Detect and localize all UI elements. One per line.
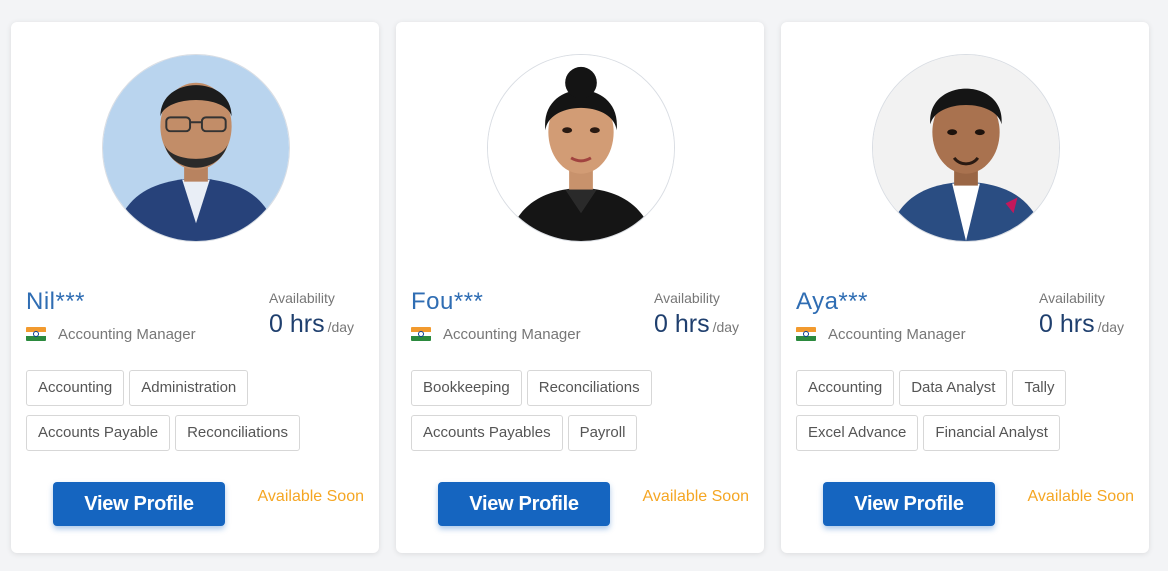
skill-tag: Bookkeeping [411, 370, 522, 406]
india-flag-icon [411, 327, 431, 341]
role-row: Accounting Manager [796, 325, 966, 343]
availability-unit: /day [327, 319, 355, 335]
profile-photo-icon [488, 55, 674, 241]
skill-tag: Accounting [26, 370, 125, 406]
availability-unit: /day [712, 319, 740, 335]
candidate-role: Accounting Manager [828, 325, 966, 343]
candidate-name: Aya*** [796, 288, 868, 315]
status-available-soon: Available Soon [257, 488, 364, 505]
skill-tag: Accounting [796, 370, 895, 406]
skill-tag: Accounts Payable [26, 415, 171, 451]
status-available-soon: Available Soon [1027, 488, 1134, 505]
skill-tag: Financial Analyst [923, 415, 1060, 451]
candidate-name: Fou*** [411, 288, 484, 315]
skill-tag: Administration [129, 370, 249, 406]
candidate-card: Nil*** Accounting Manager Availability 0… [11, 22, 379, 553]
candidate-grid: Nil*** Accounting Manager Availability 0… [0, 0, 1168, 571]
skill-tags: Accounting Data Analyst Tally Excel Adva… [796, 370, 1141, 451]
view-profile-button[interactable]: View Profile [438, 482, 610, 526]
profile-photo-icon [103, 55, 289, 241]
view-profile-button[interactable]: View Profile [823, 482, 995, 526]
skill-tag: Reconciliations [526, 370, 652, 406]
candidate-avatar [102, 54, 290, 242]
role-row: Accounting Manager [26, 325, 196, 343]
candidate-name: Nil*** [26, 288, 86, 315]
role-row: Accounting Manager [411, 325, 581, 343]
availability-value: 0 hrs/day [654, 310, 739, 339]
status-available-soon: Available Soon [642, 488, 749, 505]
candidate-avatar [872, 54, 1060, 242]
skill-tag: Payroll [567, 415, 638, 451]
profile-photo-icon [873, 55, 1059, 241]
availability-value: 0 hrs/day [1039, 310, 1124, 339]
skill-tags: Bookkeeping Reconciliations Accounts Pay… [411, 370, 756, 451]
india-flag-icon [796, 327, 816, 341]
candidate-card: Fou*** Accounting Manager Availability 0… [396, 22, 764, 553]
india-flag-icon [26, 327, 46, 341]
skill-tag: Tally [1012, 370, 1067, 406]
candidate-avatar [487, 54, 675, 242]
skill-tag: Data Analyst [899, 370, 1008, 406]
availability-value: 0 hrs/day [269, 310, 354, 339]
availability-hours: 0 hrs [269, 310, 325, 338]
candidate-card: Aya*** Accounting Manager Availability 0… [781, 22, 1149, 553]
candidate-role: Accounting Manager [443, 325, 581, 343]
skill-tag: Reconciliations [175, 415, 300, 451]
view-profile-button[interactable]: View Profile [53, 482, 225, 526]
availability-hours: 0 hrs [654, 310, 710, 338]
candidate-role: Accounting Manager [58, 325, 196, 343]
availability-label: Availability [1039, 290, 1105, 306]
availability-unit: /day [1097, 319, 1125, 335]
skill-tags: Accounting Administration Accounts Payab… [26, 370, 371, 451]
availability-hours: 0 hrs [1039, 310, 1095, 338]
availability-label: Availability [654, 290, 720, 306]
skill-tag: Excel Advance [796, 415, 919, 451]
skill-tag: Accounts Payables [411, 415, 563, 451]
availability-label: Availability [269, 290, 335, 306]
